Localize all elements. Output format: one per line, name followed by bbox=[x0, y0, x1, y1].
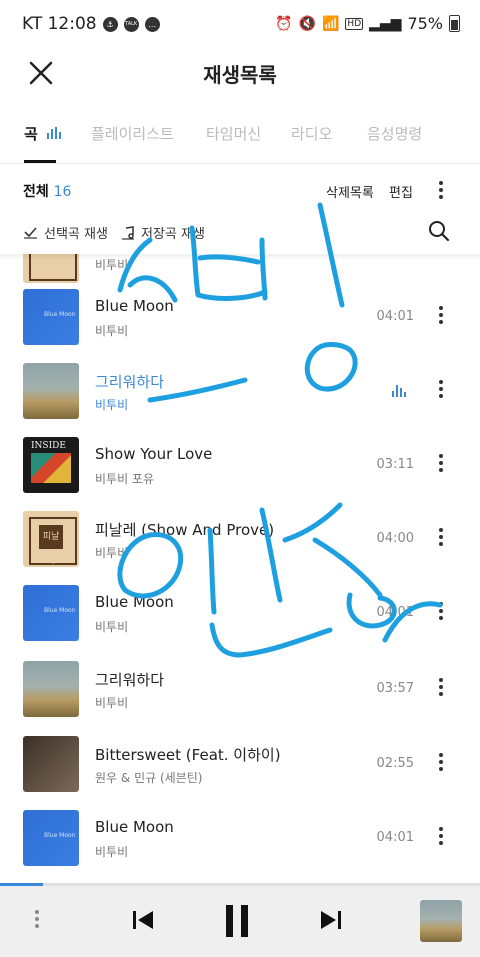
song-title: 그리워하다 bbox=[95, 671, 165, 689]
message-icon: … bbox=[144, 16, 160, 32]
list-item[interactable]: 피날레 피날레 (Show And Prove) 비투비 04:00 bbox=[0, 502, 480, 576]
more-vert-icon[interactable] bbox=[439, 454, 443, 472]
delete-list-button[interactable]: 삭제목록 bbox=[326, 182, 374, 201]
edit-button[interactable]: 편집 bbox=[389, 182, 413, 201]
song-duration: 04:01 bbox=[376, 309, 414, 324]
song-title: Bittersweet (Feat. 이하이) bbox=[95, 746, 281, 764]
song-artist: 비투비 bbox=[95, 696, 129, 710]
pause-icon[interactable] bbox=[225, 904, 251, 938]
song-artist: 비투비 bbox=[95, 324, 129, 338]
album-art: 피날레 bbox=[23, 511, 79, 567]
header: 재생목록 bbox=[0, 48, 480, 98]
mute-icon: 🔇 bbox=[298, 15, 316, 32]
more-vert-icon[interactable] bbox=[439, 827, 443, 845]
album-art bbox=[23, 736, 79, 792]
song-artist: 비투비 bbox=[95, 620, 129, 634]
song-title: 피날레 (Show And Prove) bbox=[95, 521, 275, 539]
more-vert-icon[interactable] bbox=[439, 306, 443, 324]
list-toolbar: 전체 16 삭제목록 편집 bbox=[0, 170, 480, 210]
album-art bbox=[23, 363, 79, 419]
tab-radio[interactable]: 라디오 bbox=[291, 123, 332, 144]
more-vert-icon[interactable] bbox=[439, 602, 443, 620]
album-art: INSIDE bbox=[23, 437, 79, 493]
more-vert-icon[interactable] bbox=[439, 678, 443, 696]
list-item-now-playing[interactable]: 그리워하다 비투비 bbox=[0, 354, 480, 428]
more-vert-icon[interactable] bbox=[439, 380, 443, 398]
song-title: Blue Moon bbox=[95, 297, 174, 315]
hd-icon: HD bbox=[345, 17, 364, 30]
tab-bar: 곡 플레이리스트 타임머신 라디오 음성명령 bbox=[0, 113, 480, 164]
more-vert-icon[interactable] bbox=[439, 528, 443, 546]
play-selected-label: 선택곡 재생 bbox=[44, 227, 108, 242]
previous-icon[interactable] bbox=[132, 908, 154, 932]
song-title: Blue Moon bbox=[95, 593, 174, 611]
wifi-icon: 📶 bbox=[321, 15, 340, 32]
equalizer-icon bbox=[47, 127, 62, 139]
tab-playlist[interactable]: 플레이리스트 bbox=[91, 123, 174, 144]
tab-songs[interactable]: 곡 bbox=[24, 123, 62, 144]
mini-player bbox=[0, 886, 480, 957]
total-count: 전체 16 bbox=[23, 181, 71, 201]
check-icon bbox=[24, 227, 37, 239]
more-vert-icon[interactable] bbox=[35, 910, 39, 928]
album-art: Blue Moon bbox=[23, 585, 79, 641]
list-item[interactable]: INSIDE Show Your Love 비투비 포유 03:11 bbox=[0, 428, 480, 502]
list-item[interactable]: Blue Moon Blue Moon 비투비 04:01 bbox=[0, 801, 480, 875]
play-saved-button[interactable]: 저장곡 재생 bbox=[121, 223, 205, 242]
tab-voice-command[interactable]: 음성명령 bbox=[367, 123, 422, 144]
list-item[interactable]: Blue Moon Blue Moon 비투비 04:01 bbox=[0, 280, 480, 354]
song-duration: 03:57 bbox=[376, 681, 414, 696]
song-artist: 원우 & 민규 (세븐틴) bbox=[95, 771, 203, 785]
status-left: KT 12:08 ⚓ TALK … bbox=[22, 14, 160, 34]
now-playing-album-art[interactable] bbox=[420, 900, 462, 942]
song-artist: 비투비 bbox=[95, 258, 129, 272]
total-label: 전체 bbox=[23, 184, 49, 200]
play-selected-button[interactable]: 선택곡 재생 bbox=[23, 223, 108, 242]
page-title: 재생목록 bbox=[203, 63, 277, 87]
list-item[interactable]: 그리워하다 비투비 03:57 bbox=[0, 652, 480, 726]
more-vert-icon[interactable] bbox=[439, 753, 443, 771]
album-art: Blue Moon bbox=[23, 289, 79, 345]
album-art bbox=[23, 254, 79, 283]
active-tab-indicator bbox=[24, 160, 56, 163]
list-item[interactable]: Bittersweet (Feat. 이하이) 원우 & 민규 (세븐틴) 02… bbox=[0, 727, 480, 801]
total-count-value: 16 bbox=[53, 184, 72, 200]
song-title: 그리워하다 bbox=[95, 373, 165, 391]
tab-timemachine[interactable]: 타임머신 bbox=[206, 123, 261, 144]
album-art bbox=[23, 661, 79, 717]
kakao-talk-icon: TALK bbox=[123, 16, 139, 32]
anchor-icon: ⚓ bbox=[102, 16, 118, 32]
battery-percent: 75% bbox=[407, 14, 443, 33]
alarm-icon: ⏰ bbox=[275, 15, 293, 32]
album-art: Blue Moon bbox=[23, 810, 79, 866]
play-saved-label: 저장곡 재생 bbox=[141, 227, 205, 242]
song-duration: 04:01 bbox=[376, 830, 414, 845]
song-title: Blue Moon bbox=[95, 818, 174, 836]
song-duration: 03:11 bbox=[376, 457, 414, 472]
song-duration: 04:01 bbox=[376, 605, 414, 620]
song-duration: 02:55 bbox=[376, 756, 414, 771]
carrier-time: KT 12:08 bbox=[22, 14, 97, 34]
search-icon[interactable] bbox=[428, 220, 450, 242]
tab-songs-label: 곡 bbox=[24, 125, 38, 143]
song-artist: 비투비 bbox=[95, 845, 129, 859]
song-duration: 04:00 bbox=[376, 531, 414, 546]
song-artist: 비투비 포유 bbox=[95, 472, 155, 486]
status-right: ⏰ 🔇 📶 HD ▂▄▆ 75% bbox=[275, 14, 460, 33]
more-vert-icon[interactable] bbox=[439, 181, 443, 199]
music-note-icon bbox=[122, 225, 134, 240]
signal-icon: ▂▄▆ bbox=[369, 15, 402, 32]
equalizer-icon bbox=[392, 385, 406, 397]
battery-icon bbox=[449, 15, 460, 32]
song-artist: 비투비 bbox=[95, 398, 129, 412]
song-list: 비투비 Blue Moon Blue Moon 비투비 04:01 그리워하다 … bbox=[0, 254, 480, 884]
status-bar: KT 12:08 ⚓ TALK … ⏰ 🔇 📶 HD ▂▄▆ 75% bbox=[0, 0, 480, 48]
song-title: Show Your Love bbox=[95, 445, 213, 463]
next-icon[interactable] bbox=[320, 908, 342, 932]
list-item[interactable]: Blue Moon Blue Moon 비투비 04:01 bbox=[0, 576, 480, 650]
action-bar: 선택곡 재생 저장곡 재생 bbox=[0, 214, 480, 254]
song-artist: 비투비 bbox=[95, 546, 129, 560]
